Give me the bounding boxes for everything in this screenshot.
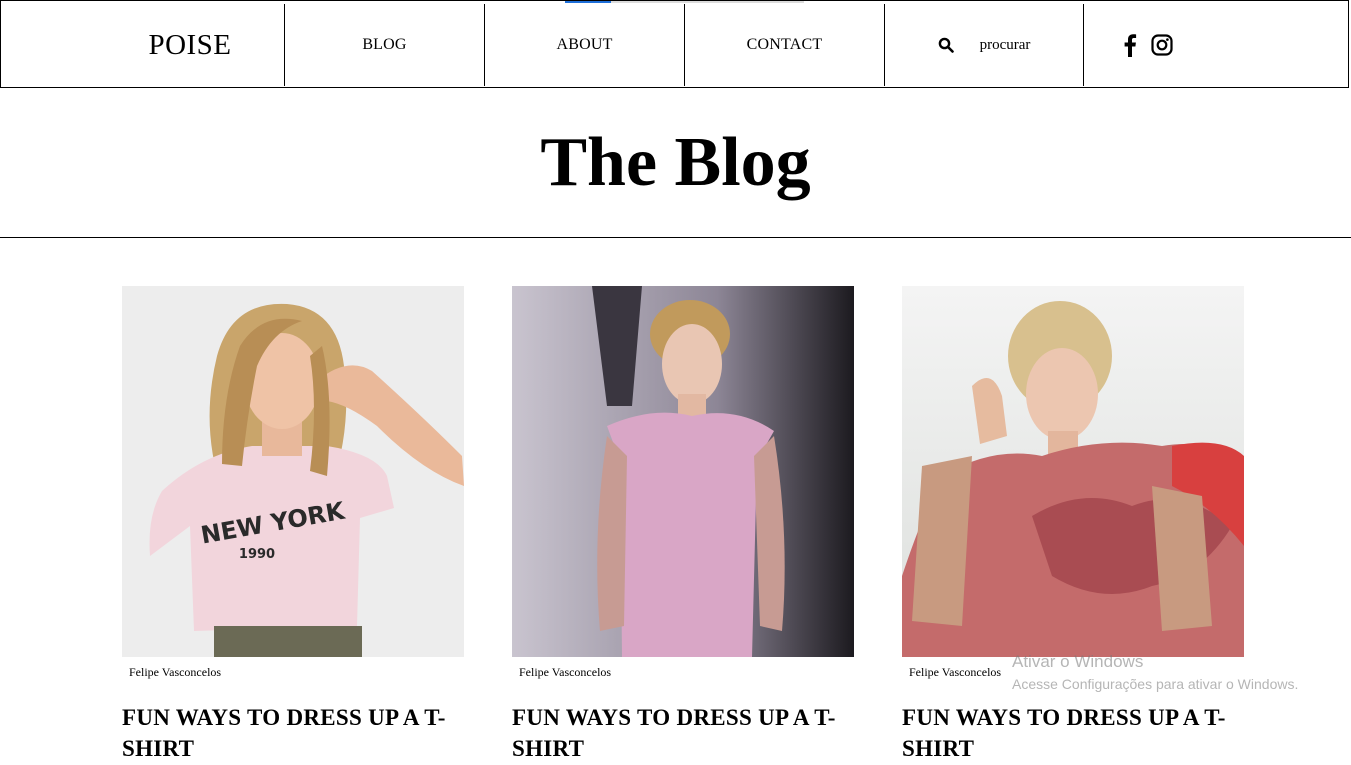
- nav-link-contact[interactable]: CONTACT: [747, 36, 823, 54]
- facebook-icon[interactable]: [1123, 33, 1137, 57]
- search-box[interactable]: procurar: [885, 4, 1083, 86]
- post-card[interactable]: Felipe Vasconcelos FUN WAYS TO DRESS UP …: [512, 286, 854, 764]
- search-icon[interactable]: [938, 37, 954, 53]
- nav-item-contact[interactable]: CONTACT: [685, 4, 884, 86]
- post-card[interactable]: NEW YORK 1990 Felipe Vasconcelos FUN WAY…: [122, 286, 464, 764]
- social-links: [1084, 4, 1212, 86]
- post-author: Felipe Vasconcelos: [519, 665, 612, 679]
- logo-cell: POISE: [96, 4, 284, 86]
- post-image[interactable]: [902, 286, 1244, 657]
- post-image[interactable]: [512, 286, 854, 657]
- page-title: The Blog: [540, 124, 811, 201]
- nav-accent-bar-light: [611, 1, 804, 3]
- post-card[interactable]: Felipe Vasconcelos FUN WAYS TO DRESS UP …: [902, 286, 1244, 764]
- nav-link-blog[interactable]: BLOG: [362, 36, 406, 54]
- post-author: Felipe Vasconcelos: [909, 665, 1002, 679]
- post-title[interactable]: FUN WAYS TO DRESS UP A T-SHIRT: [122, 702, 452, 764]
- nav-link-about[interactable]: ABOUT: [556, 36, 612, 54]
- shirt-print-year: 1990: [239, 547, 275, 562]
- nav-accent-bar: [565, 1, 611, 3]
- site-logo[interactable]: POISE: [148, 29, 231, 62]
- search-label[interactable]: procurar: [980, 37, 1031, 54]
- title-divider: [0, 237, 1351, 238]
- post-author: Felipe Vasconcelos: [129, 665, 222, 679]
- nav-item-blog[interactable]: BLOG: [285, 4, 484, 86]
- post-title[interactable]: FUN WAYS TO DRESS UP A T-SHIRT: [902, 702, 1232, 764]
- nav-item-about[interactable]: ABOUT: [485, 4, 684, 86]
- post-title[interactable]: FUN WAYS TO DRESS UP A T-SHIRT: [512, 702, 842, 764]
- post-image[interactable]: NEW YORK 1990: [122, 286, 464, 657]
- instagram-icon[interactable]: [1151, 34, 1173, 56]
- top-navigation: POISE BLOG ABOUT CONTACT procurar: [0, 0, 1349, 88]
